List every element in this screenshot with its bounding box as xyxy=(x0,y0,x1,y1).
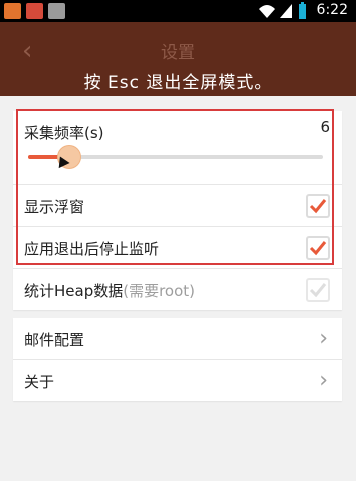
mail-config-label: 邮件配置 xyxy=(24,331,85,349)
heap-stats-setting: 统计Heap数据(需要root) xyxy=(13,268,342,310)
signal-icon xyxy=(280,4,292,18)
stop-monitor-on-exit-setting[interactable]: 应用退出后停止监听 xyxy=(13,226,342,268)
battery-icon xyxy=(299,2,306,19)
app-notification-icon xyxy=(26,3,43,19)
page-title: 设置 xyxy=(161,43,195,63)
settings-card: 采集频率(s) 6 显示浮窗 应用退出后停止监听 统计Heap数据(需要root… xyxy=(13,111,342,310)
about-label: 关于 xyxy=(24,373,55,391)
fullscreen-exit-notice: 按 Esc 退出全屏模式。 xyxy=(83,73,273,93)
check-icon xyxy=(309,283,327,298)
heap-stats-requirement: (需要root) xyxy=(123,282,196,300)
show-floating-window-label: 显示浮窗 xyxy=(24,198,85,216)
heap-stats-label: 统计Heap数据(需要root) xyxy=(24,280,195,301)
stop-monitor-on-exit-checkbox[interactable] xyxy=(306,236,330,260)
title-bar: ‹ 设置 按 Esc 退出全屏模式。 xyxy=(0,22,356,96)
about-item[interactable]: 关于 › xyxy=(13,359,342,401)
status-time: 6:22 xyxy=(316,2,348,18)
chevron-right-icon: › xyxy=(319,326,328,351)
heap-stats-title: 统计Heap数据 xyxy=(24,282,124,300)
show-floating-window-checkbox[interactable] xyxy=(306,194,330,218)
heap-stats-checkbox xyxy=(306,278,330,302)
chevron-right-icon: › xyxy=(319,368,328,393)
wifi-icon xyxy=(259,5,275,18)
status-bar: 6:22 xyxy=(0,0,356,22)
check-icon xyxy=(309,199,327,214)
sampling-rate-value: 6 xyxy=(320,118,330,136)
sampling-rate-label: 采集频率(s) xyxy=(24,124,104,142)
mail-config-item[interactable]: 邮件配置 › xyxy=(13,318,342,359)
sampling-rate-setting: 采集频率(s) 6 xyxy=(13,111,342,184)
menu-card: 邮件配置 › 关于 › xyxy=(13,318,342,401)
stop-monitor-on-exit-label: 应用退出后停止监听 xyxy=(24,240,160,258)
app-notification-icon xyxy=(48,3,65,19)
show-floating-window-setting[interactable]: 显示浮窗 xyxy=(13,184,342,226)
check-icon xyxy=(309,241,327,256)
app-notification-icon xyxy=(4,3,21,19)
